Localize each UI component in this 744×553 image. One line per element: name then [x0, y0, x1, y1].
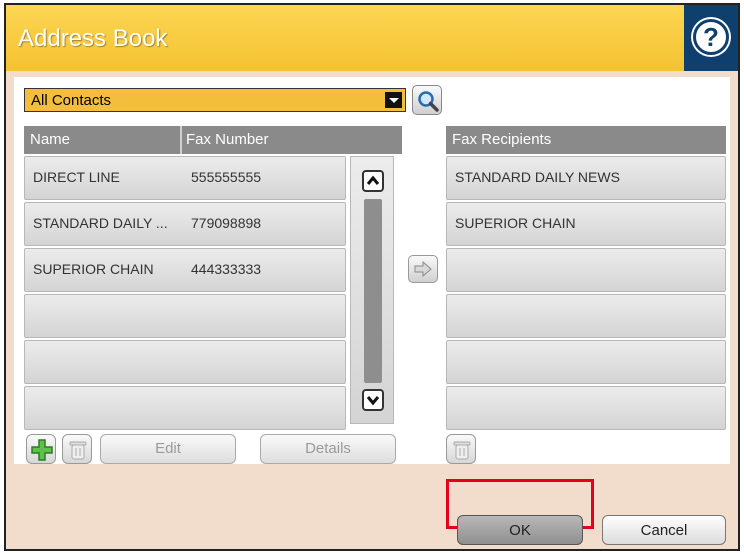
edit-button[interactable]: Edit: [100, 434, 236, 464]
contact-row[interactable]: SUPERIOR CHAIN 444333333: [24, 248, 346, 292]
recipient-row[interactable]: SUPERIOR CHAIN: [446, 202, 726, 246]
dropdown-selected-value: All Contacts: [31, 92, 112, 109]
contact-fax: 555555555: [191, 169, 262, 185]
add-contact-button[interactable]: [26, 434, 56, 464]
recipient-row-empty[interactable]: [446, 340, 726, 384]
contacts-scrollbar[interactable]: [350, 156, 394, 424]
contacts-table-header: Name Fax Number: [24, 126, 402, 154]
address-book-panel: All Contacts Name Fax Number Fax Recipie…: [14, 77, 730, 464]
contact-row[interactable]: STANDARD DAILY ... 779098898: [24, 202, 346, 246]
scroll-up-button[interactable]: [362, 170, 384, 192]
trash-icon: [69, 441, 87, 460]
contact-row-empty[interactable]: [24, 340, 346, 384]
trash-icon: [453, 441, 471, 460]
column-header-name: Name: [30, 131, 71, 148]
contact-name: DIRECT LINE: [33, 169, 120, 185]
recipient-name: STANDARD DAILY NEWS: [455, 169, 620, 185]
contact-name: STANDARD DAILY ...: [33, 215, 168, 231]
page-title: Address Book: [18, 25, 168, 52]
chevron-down-icon[interactable]: [385, 92, 402, 108]
help-button[interactable]: ?: [684, 5, 738, 71]
contact-fax: 444333333: [191, 261, 262, 277]
chevron-down-icon: [366, 396, 380, 406]
plus-icon: [31, 439, 53, 461]
contact-row-empty[interactable]: [24, 386, 346, 430]
address-book-window: Address Book ? All Contacts Name Fax Num…: [4, 3, 740, 551]
chevron-up-icon: [366, 175, 380, 185]
cancel-button[interactable]: Cancel: [602, 515, 726, 545]
title-bar: Address Book ?: [6, 5, 738, 71]
column-header-recipients: Fax Recipients: [452, 131, 552, 148]
contact-row-empty[interactable]: [24, 294, 346, 338]
recipient-name: SUPERIOR CHAIN: [455, 215, 576, 231]
contact-name: SUPERIOR CHAIN: [33, 261, 154, 277]
recipient-row-empty[interactable]: [446, 386, 726, 430]
remove-recipient-button[interactable]: [446, 434, 476, 464]
recipient-row-empty[interactable]: [446, 294, 726, 338]
delete-contact-button[interactable]: [62, 434, 92, 464]
recipients-table-header: Fax Recipients: [446, 126, 726, 154]
column-divider: [180, 126, 182, 154]
magnifier-icon: [418, 91, 439, 112]
recipient-row-empty[interactable]: [446, 248, 726, 292]
recipient-row[interactable]: STANDARD DAILY NEWS: [446, 156, 726, 200]
scrollbar-thumb[interactable]: [364, 199, 382, 383]
arrow-right-icon: [414, 260, 432, 278]
scroll-down-button[interactable]: [362, 389, 384, 411]
ok-button[interactable]: OK: [457, 515, 583, 545]
contact-fax: 779098898: [191, 215, 262, 231]
question-mark-icon: ?: [693, 19, 729, 55]
search-button[interactable]: [412, 85, 442, 115]
column-header-fax: Fax Number: [186, 131, 269, 148]
contacts-filter-dropdown[interactable]: All Contacts: [24, 88, 406, 112]
details-button[interactable]: Details: [260, 434, 396, 464]
contact-row[interactable]: DIRECT LINE 555555555: [24, 156, 346, 200]
add-to-recipients-button[interactable]: [408, 255, 438, 283]
